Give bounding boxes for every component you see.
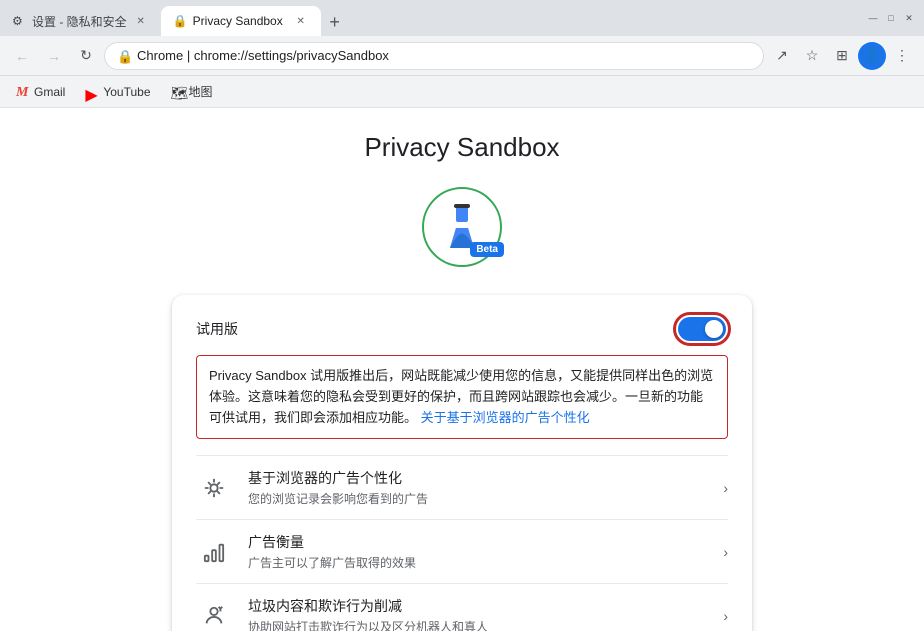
privacy-sandbox-tab-label: Privacy Sandbox bbox=[193, 14, 287, 28]
bookmark-youtube[interactable]: ▶ YouTube bbox=[77, 80, 158, 104]
settings-tab-icon: ⚙ bbox=[12, 14, 26, 28]
bookmark-gmail[interactable]: M Gmail bbox=[8, 80, 73, 104]
privacy-sandbox-tab-close[interactable]: ✕ bbox=[293, 13, 309, 29]
youtube-label: YouTube bbox=[103, 85, 150, 99]
ad-measurement-arrow: › bbox=[723, 544, 728, 560]
trial-label: 试用版 bbox=[196, 319, 238, 339]
settings-item-ad-measurement[interactable]: 广告衡量 广告主可以了解广告取得的效果 › bbox=[196, 519, 728, 583]
close-button[interactable]: ✕ bbox=[902, 11, 916, 25]
trial-header: 试用版 bbox=[196, 315, 728, 343]
settings-tab-close[interactable]: ✕ bbox=[133, 13, 149, 29]
settings-item-spam-reduction[interactable]: 垃圾内容和欺诈行为削减 协助网站打击欺诈行为以及区分机器人和真人 › bbox=[196, 583, 728, 631]
gmail-label: Gmail bbox=[34, 85, 65, 99]
extensions-button[interactable]: ⊞ bbox=[828, 42, 856, 70]
flask-circle: Beta bbox=[422, 187, 502, 267]
spam-reduction-icon bbox=[196, 598, 232, 631]
ad-measurement-subtitle: 广告主可以了解广告取得的效果 bbox=[248, 554, 707, 571]
omnibox[interactable]: 🔒 Chrome | chrome://settings/privacySand… bbox=[104, 42, 764, 70]
spam-reduction-arrow: › bbox=[723, 608, 728, 624]
gmail-icon: M bbox=[16, 85, 30, 99]
titlebar: ⚙ 设置 - 隐私和安全 ✕ 🔒 Privacy Sandbox ✕ + — □… bbox=[0, 0, 924, 36]
maximize-button[interactable]: □ bbox=[884, 11, 898, 25]
settings-tab-label: 设置 - 隐私和安全 bbox=[32, 13, 127, 30]
trial-toggle[interactable] bbox=[678, 317, 726, 341]
forward-button[interactable]: → bbox=[40, 42, 68, 70]
beta-icon-container: Beta bbox=[422, 187, 502, 267]
maps-icon: 🗺 bbox=[171, 85, 185, 99]
beta-badge: Beta bbox=[470, 242, 504, 257]
settings-items-list: 基于浏览器的广告个性化 您的浏览记录会影响您看到的广告 › 广告衡量 广告主可以… bbox=[196, 455, 728, 631]
spam-reduction-content: 垃圾内容和欺诈行为削减 协助网站打击欺诈行为以及区分机器人和真人 bbox=[248, 596, 707, 631]
settings-card: 试用版 Privacy Sandbox 试用版推出后，网站既能减少使用您的信息，… bbox=[172, 295, 752, 631]
page-content: Privacy Sandbox Beta 试用版 bbox=[0, 108, 924, 631]
settings-tab[interactable]: ⚙ 设置 - 隐私和安全 ✕ bbox=[0, 6, 161, 36]
ad-personalization-icon bbox=[196, 470, 232, 506]
back-button[interactable]: ← bbox=[8, 42, 36, 70]
description-box: Privacy Sandbox 试用版推出后，网站既能减少使用您的信息，又能提供… bbox=[196, 355, 728, 439]
toolbar-right: ↗ ☆ ⊞ 👤 ⋮ bbox=[768, 42, 916, 70]
spam-reduction-title: 垃圾内容和欺诈行为削减 bbox=[248, 596, 707, 616]
maps-label: 地图 bbox=[189, 83, 213, 100]
ad-measurement-icon bbox=[196, 534, 232, 570]
profile-button[interactable]: 👤 bbox=[858, 42, 886, 70]
share-button[interactable]: ↗ bbox=[768, 42, 796, 70]
bookmark-button[interactable]: ☆ bbox=[798, 42, 826, 70]
settings-item-ad-personalization[interactable]: 基于浏览器的广告个性化 您的浏览记录会影响您看到的广告 › bbox=[196, 455, 728, 519]
ad-personalization-title: 基于浏览器的广告个性化 bbox=[248, 468, 707, 488]
minimize-button[interactable]: — bbox=[866, 11, 880, 25]
toolbar: ← → ↻ 🔒 Chrome | chrome://settings/priva… bbox=[0, 36, 924, 76]
bookmarks-bar: M Gmail ▶ YouTube 🗺 地图 bbox=[0, 76, 924, 108]
reload-button[interactable]: ↻ bbox=[72, 42, 100, 70]
omnibox-url: Chrome | chrome://settings/privacySandbo… bbox=[137, 48, 745, 63]
spam-reduction-subtitle: 协助网站打击欺诈行为以及区分机器人和真人 bbox=[248, 618, 707, 631]
tab-strip: ⚙ 设置 - 隐私和安全 ✕ 🔒 Privacy Sandbox ✕ + bbox=[0, 0, 858, 36]
page-title: Privacy Sandbox bbox=[364, 132, 559, 163]
toggle-knob bbox=[705, 320, 723, 338]
ad-measurement-title: 广告衡量 bbox=[248, 532, 707, 552]
ad-personalization-content: 基于浏览器的广告个性化 您的浏览记录会影响您看到的广告 bbox=[248, 468, 707, 507]
description-text: Privacy Sandbox 试用版推出后，网站既能减少使用您的信息，又能提供… bbox=[209, 366, 715, 428]
menu-button[interactable]: ⋮ bbox=[888, 42, 916, 70]
toggle-container[interactable] bbox=[676, 315, 728, 343]
new-tab-button[interactable]: + bbox=[321, 8, 349, 36]
ad-personalization-arrow: › bbox=[723, 480, 728, 496]
privacy-sandbox-tab[interactable]: 🔒 Privacy Sandbox ✕ bbox=[161, 6, 321, 36]
youtube-icon: ▶ bbox=[85, 85, 99, 99]
omnibox-security-icon: 🔒 bbox=[117, 49, 131, 63]
window-controls: — □ ✕ bbox=[858, 11, 924, 25]
description-link[interactable]: 关于基于浏览器的广告个性化 bbox=[421, 410, 590, 425]
privacy-sandbox-tab-icon: 🔒 bbox=[173, 14, 187, 28]
ad-personalization-subtitle: 您的浏览记录会影响您看到的广告 bbox=[248, 490, 707, 507]
bookmark-maps[interactable]: 🗺 地图 bbox=[163, 80, 221, 104]
ad-measurement-content: 广告衡量 广告主可以了解广告取得的效果 bbox=[248, 532, 707, 571]
